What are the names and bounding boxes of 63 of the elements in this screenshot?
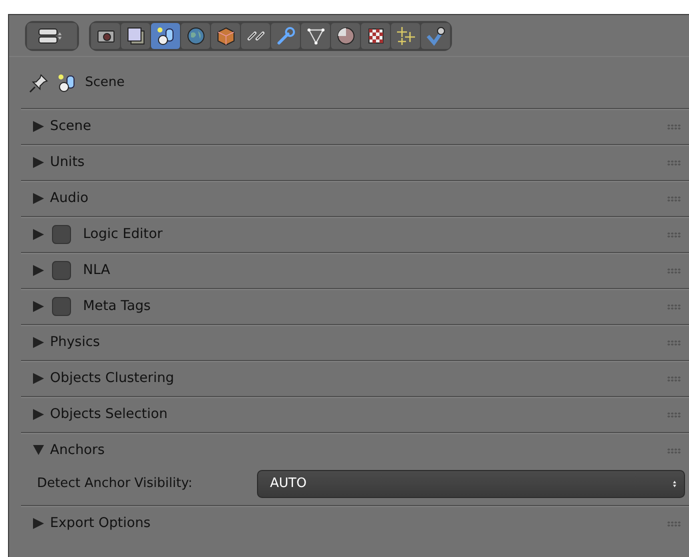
panel-checkbox[interactable] — [52, 225, 71, 244]
image-stack-icon — [126, 26, 146, 46]
panel-title: Logic Editor — [83, 225, 163, 244]
property-tab[interactable] — [301, 23, 330, 49]
drag-grip-icon — [667, 232, 681, 238]
breadcrumb-label: Scene — [85, 74, 125, 92]
drag-grip-icon — [667, 340, 681, 346]
panel-header[interactable]: Objects Selection — [21, 397, 689, 432]
panel-title: Export Options — [50, 514, 151, 534]
editor-type-button[interactable] — [27, 23, 77, 49]
pin-icon — [29, 72, 49, 92]
dropdown-field[interactable]: AUTO — [257, 470, 685, 498]
property-tab[interactable] — [241, 23, 270, 49]
panel-title: Anchors — [50, 441, 105, 460]
property-tab[interactable] — [181, 23, 210, 49]
panel-header[interactable]: Units — [21, 145, 689, 180]
field-label: Detect Anchor Visibility: — [37, 474, 194, 493]
drag-grip-icon — [667, 412, 681, 418]
triangle-vertices-icon — [306, 26, 326, 46]
panel-header[interactable]: Objects Clustering — [21, 361, 689, 396]
drag-grip-icon — [667, 196, 681, 202]
drag-grip-icon — [667, 520, 681, 526]
property-tab[interactable] — [421, 23, 450, 49]
property-tab[interactable] — [211, 23, 240, 49]
panel-header[interactable]: Anchors — [21, 433, 689, 468]
sphere-icon — [336, 26, 356, 46]
property-tab[interactable] — [361, 23, 390, 49]
drag-grip-icon — [667, 160, 681, 166]
panel-header[interactable]: Logic Editor — [21, 217, 689, 252]
drag-grip-icon — [667, 304, 681, 310]
property-tab[interactable] — [121, 23, 150, 49]
scene-icon — [57, 72, 77, 92]
wrench-icon — [276, 26, 296, 46]
property-tab[interactable] — [331, 23, 360, 49]
editor-type-icon — [38, 26, 58, 46]
panel-title: Meta Tags — [83, 297, 151, 316]
panel-header[interactable]: Physics — [21, 325, 689, 360]
panel-title: Physics — [50, 333, 100, 352]
panel-header[interactable]: Scene — [21, 109, 689, 144]
panel-title: Audio — [50, 189, 88, 208]
panel-title: Objects Clustering — [50, 369, 174, 388]
panel-header[interactable]: Export Options — [21, 506, 689, 541]
scene-icon — [156, 26, 176, 46]
panel-title: Objects Selection — [50, 405, 168, 424]
drag-grip-icon — [667, 376, 681, 382]
panel-title: Scene — [50, 117, 92, 136]
sparkle-icon — [396, 26, 416, 46]
globe-icon — [186, 26, 206, 46]
property-tab[interactable] — [151, 23, 180, 49]
drag-grip-icon — [667, 268, 681, 274]
property-tab[interactable] — [91, 23, 120, 49]
panel-title: Units — [50, 153, 85, 172]
panel-header[interactable]: NLA — [21, 253, 689, 288]
panel-header[interactable]: Meta Tags — [21, 289, 689, 324]
panel-title: NLA — [83, 261, 110, 280]
panel-header[interactable]: Audio — [21, 181, 689, 216]
panel-checkbox[interactable] — [52, 261, 71, 280]
checker-icon — [366, 26, 386, 46]
checkmark-icon — [426, 26, 446, 46]
cube-icon — [216, 26, 236, 46]
drag-grip-icon — [667, 124, 681, 130]
panel-checkbox[interactable] — [52, 297, 71, 316]
drag-grip-icon — [667, 448, 681, 454]
